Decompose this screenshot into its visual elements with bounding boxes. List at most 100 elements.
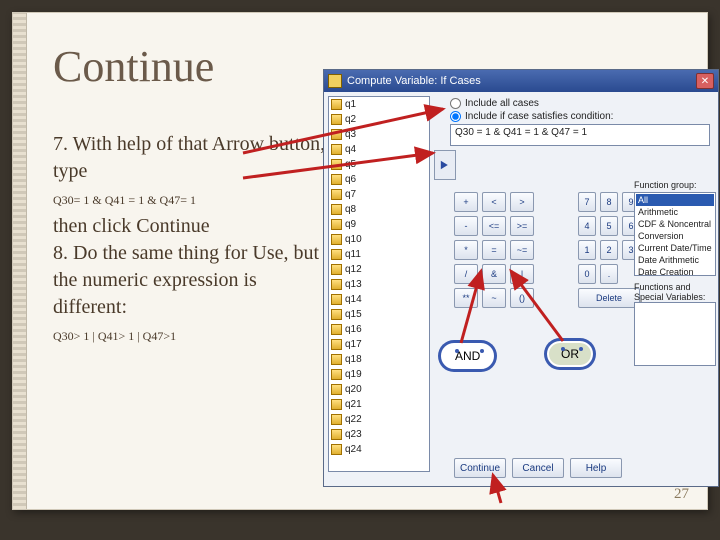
radio-if[interactable] [450, 111, 461, 122]
keypad--button[interactable]: + [454, 192, 478, 212]
variable-row[interactable]: q21 [329, 397, 429, 412]
keypad-2-button[interactable]: 2 [600, 240, 618, 260]
or-callout: OR [545, 339, 595, 369]
radio-if-row[interactable]: Include if case satisfies condition: [450, 111, 712, 122]
variable-row[interactable]: q16 [329, 322, 429, 337]
variable-row[interactable]: q2 [329, 112, 429, 127]
keypad--button[interactable]: / [454, 264, 478, 284]
variable-icon [331, 189, 342, 200]
variable-row[interactable]: q7 [329, 187, 429, 202]
variable-name: q9 [345, 219, 356, 230]
variable-row[interactable]: q4 [329, 142, 429, 157]
help-button[interactable]: Help [570, 458, 622, 478]
keypad-7-button[interactable]: 7 [578, 192, 596, 212]
move-arrow-button[interactable] [434, 150, 456, 180]
variable-row[interactable]: q6 [329, 172, 429, 187]
keypad--button[interactable]: * [454, 240, 478, 260]
keypad--button[interactable]: = [482, 240, 506, 260]
variable-name: q17 [345, 339, 362, 350]
variable-row[interactable]: q14 [329, 292, 429, 307]
keypad--button[interactable]: | [510, 264, 534, 284]
keypad-4-button[interactable]: 4 [578, 216, 596, 236]
keypad--button[interactable]: < [482, 192, 506, 212]
functions-special-list[interactable] [634, 302, 716, 366]
variable-icon [331, 234, 342, 245]
keypad--button[interactable]: & [482, 264, 506, 284]
function-panel: Function group: AllArithmeticCDF & Nonce… [634, 180, 716, 366]
and-callout: AND [439, 341, 496, 371]
radio-all[interactable] [450, 98, 461, 109]
variable-row[interactable]: q12 [329, 262, 429, 277]
variable-row[interactable]: q8 [329, 202, 429, 217]
keypad--button[interactable]: - [454, 216, 478, 236]
variable-name: q5 [345, 159, 356, 170]
radio-all-row[interactable]: Include all cases [450, 98, 712, 109]
variable-row[interactable]: q19 [329, 367, 429, 382]
function-group-item[interactable]: Date Arithmetic [636, 254, 714, 266]
variable-row[interactable]: q24 [329, 442, 429, 457]
variable-row[interactable]: q13 [329, 277, 429, 292]
keypad--button[interactable]: > [510, 192, 534, 212]
variable-icon [331, 174, 342, 185]
variable-name: q14 [345, 294, 362, 305]
functions-special-label: Functions and Special Variables: [634, 282, 716, 302]
variable-icon [331, 384, 342, 395]
keypad--button[interactable]: <= [482, 216, 506, 236]
variable-row[interactable]: q15 [329, 307, 429, 322]
close-button[interactable]: ✕ [696, 73, 714, 89]
variable-row[interactable]: q3 [329, 127, 429, 142]
continue-button[interactable]: Continue [454, 458, 506, 478]
keypad-0-button[interactable]: 0 [578, 264, 596, 284]
variable-name: q11 [345, 249, 361, 260]
variable-name: q21 [345, 399, 362, 410]
function-group-item[interactable]: Current Date/Time [636, 242, 714, 254]
keypad--button[interactable]: >= [510, 216, 534, 236]
variable-icon [331, 369, 342, 380]
keypad-8-button[interactable]: 8 [600, 192, 618, 212]
keypad--button[interactable]: () [510, 288, 534, 308]
variable-name: q22 [345, 414, 362, 425]
close-icon: ✕ [701, 76, 709, 87]
variable-row[interactable]: q9 [329, 217, 429, 232]
variable-row[interactable]: q18 [329, 352, 429, 367]
variable-list[interactable]: q1 q2q3q4 q5 q6q7q8 q9 q10 q11 q12q13 q14 q15q16 q… [328, 96, 430, 472]
function-group-item[interactable]: CDF & Noncentral CDF [636, 218, 714, 230]
condition-input[interactable]: Q30 = 1 & Q41 = 1 & Q47 = 1 [450, 124, 710, 146]
variable-name: q10 [345, 234, 362, 245]
function-group-item[interactable]: All [636, 194, 714, 206]
or-label: OR [561, 347, 579, 361]
variable-icon [331, 219, 342, 230]
slide-paper: Continue 7. With help of that Arrow butt… [12, 12, 708, 510]
keypad--button[interactable]: ** [454, 288, 478, 308]
variable-row[interactable]: q10 [329, 232, 429, 247]
calculator-keypad: +<>789-<=>=456*=~=123/&|0.**~()Delete [454, 192, 640, 308]
keypad--button[interactable]: ~ [482, 288, 506, 308]
function-group-item[interactable]: Conversion [636, 230, 714, 242]
keypad-Delete-button[interactable]: Delete [578, 288, 640, 308]
keypad--button[interactable]: . [600, 264, 618, 284]
function-group-item[interactable]: Date Creation [636, 266, 714, 276]
function-group-item[interactable]: Arithmetic [636, 206, 714, 218]
variable-icon [331, 309, 342, 320]
cancel-button[interactable]: Cancel [512, 458, 564, 478]
step-8-text: 8. Do the same thing for Use, but the nu… [53, 240, 333, 321]
variable-icon [331, 129, 342, 140]
variable-row[interactable]: q20 [329, 382, 429, 397]
keypad--button[interactable]: ~= [510, 240, 534, 260]
variable-row[interactable]: q5 [329, 157, 429, 172]
dialog-titlebar[interactable]: Compute Variable: If Cases ✕ [324, 70, 718, 92]
variable-name: q1 [345, 99, 356, 110]
variable-row[interactable]: q23 [329, 427, 429, 442]
expression-2: Q30> 1 | Q41> 1 | Q47>1 [53, 327, 333, 345]
variable-row[interactable]: q11 [329, 247, 429, 262]
keypad-5-button[interactable]: 5 [600, 216, 618, 236]
variable-name: q24 [345, 444, 362, 455]
variable-name: q19 [345, 369, 362, 380]
variable-name: q20 [345, 384, 362, 395]
then-click: then click Continue [53, 213, 333, 240]
variable-row[interactable]: q17 [329, 337, 429, 352]
variable-row[interactable]: q1 [329, 97, 429, 112]
variable-row[interactable]: q22 [329, 412, 429, 427]
function-group-list[interactable]: AllArithmeticCDF & Noncentral CDFConvers… [634, 192, 716, 276]
keypad-1-button[interactable]: 1 [578, 240, 596, 260]
